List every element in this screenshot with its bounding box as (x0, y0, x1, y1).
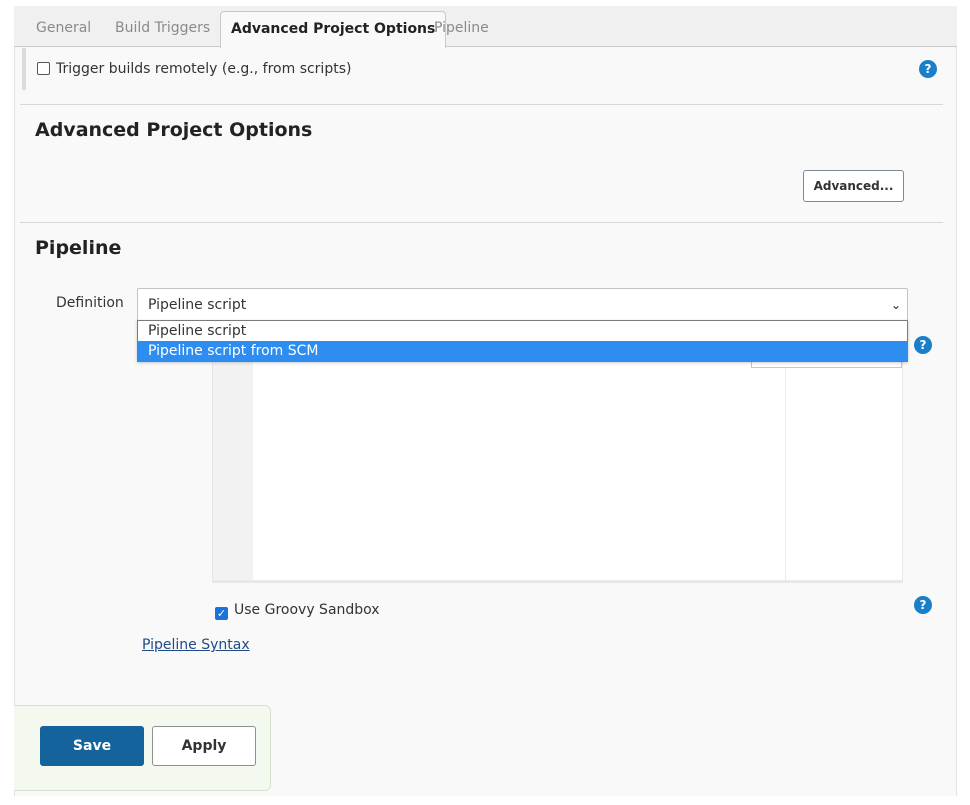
pipeline-syntax-link[interactable]: Pipeline Syntax (142, 637, 250, 653)
definition-select[interactable]: Pipeline script ⌄ (137, 288, 908, 321)
tab-bar: General Build Triggers Advanced Project … (14, 6, 957, 48)
editor-margin (785, 341, 786, 581)
tab-build-triggers[interactable]: Build Triggers (105, 6, 220, 47)
checkmark-icon: ✓ (216, 607, 227, 620)
apply-button[interactable]: Apply (152, 726, 256, 766)
trigger-remote-label: Trigger builds remotely (e.g., from scri… (56, 61, 352, 77)
definition-label: Definition (56, 295, 124, 311)
dropdown-option-pipeline-script[interactable]: Pipeline script (138, 321, 907, 341)
groovy-sandbox-label: Use Groovy Sandbox (234, 602, 380, 618)
groovy-sandbox-checkbox[interactable]: ✓ (215, 607, 228, 620)
editor-resize-bar[interactable] (212, 580, 903, 583)
help-icon[interactable]: ? (914, 596, 932, 614)
advanced-button[interactable]: Advanced... (803, 170, 904, 202)
tab-pipeline[interactable]: Pipeline (424, 6, 499, 47)
definition-dropdown: Pipeline script Pipeline script from SCM (137, 320, 908, 362)
trigger-remote-checkbox[interactable] (37, 62, 50, 75)
dropdown-option-pipeline-script-from-scm[interactable]: Pipeline script from SCM (138, 341, 907, 361)
divider (20, 104, 943, 105)
pipeline-title: Pipeline (35, 237, 122, 259)
tab-advanced-project-options[interactable]: Advanced Project Options (220, 11, 447, 48)
script-editor[interactable] (212, 340, 903, 582)
tab-general[interactable]: General (26, 6, 101, 47)
advanced-options-title: Advanced Project Options (35, 119, 313, 141)
definition-selected-value: Pipeline script (148, 297, 247, 313)
help-icon[interactable]: ? (919, 60, 937, 78)
chevron-down-icon: ⌄ (890, 298, 901, 312)
save-button[interactable]: Save (40, 726, 144, 766)
help-icon[interactable]: ? (914, 336, 932, 354)
divider (20, 222, 943, 223)
editor-gutter (213, 341, 253, 581)
